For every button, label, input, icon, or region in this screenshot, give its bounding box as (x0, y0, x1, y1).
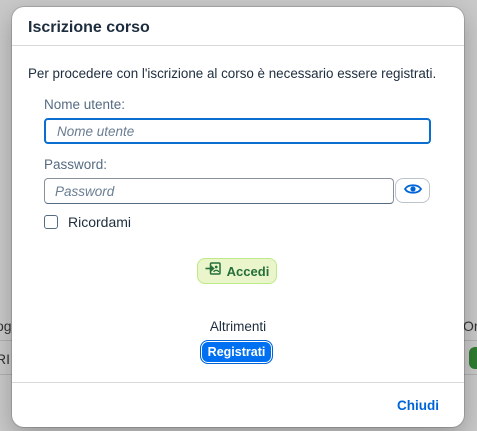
password-input[interactable] (44, 178, 394, 204)
remember-me-checkbox[interactable]: Ricordami (44, 214, 131, 230)
login-icon (205, 262, 221, 280)
login-button[interactable]: Accedi (197, 258, 277, 284)
dialog-header: Iscrizione corso (12, 7, 464, 46)
username-label: Nome utente: (44, 97, 126, 112)
alternative-text: Altrimenti (209, 319, 267, 334)
remember-me-label: Ricordami (68, 214, 132, 230)
intro-text: Per procedere con l'iscrizione al corso … (28, 66, 437, 81)
dialog-title: Iscrizione corso (28, 19, 150, 36)
background-status-badge (469, 347, 477, 369)
register-button[interactable]: Registrati (200, 340, 273, 364)
dialog-footer: Chiudi (12, 382, 464, 427)
eye-icon (403, 182, 422, 200)
background-cell-fragment: RI (0, 351, 10, 367)
background-header-fragment: og (0, 318, 12, 334)
login-button-label: Accedi (226, 263, 270, 279)
show-password-button[interactable] (395, 178, 430, 203)
background-header-fragment-right: Or (463, 318, 477, 334)
close-button[interactable]: Chiudi (397, 398, 439, 413)
password-label: Password: (44, 157, 108, 172)
checkbox-box[interactable] (44, 215, 58, 229)
username-input[interactable] (44, 118, 431, 144)
enrollment-dialog: Iscrizione corso Per procedere con l'isc… (12, 7, 464, 427)
